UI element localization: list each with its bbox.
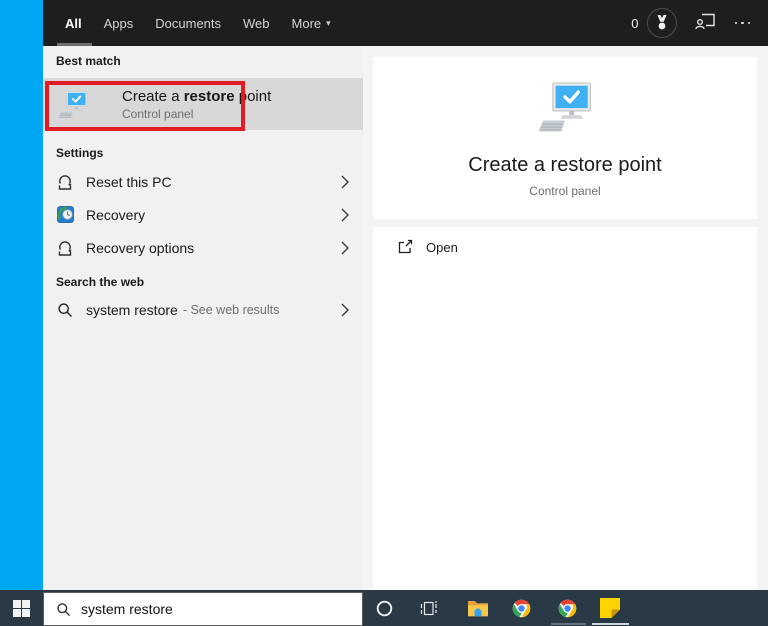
sticky-notes-running-indicator [592, 623, 629, 625]
search-icon [56, 301, 74, 319]
rewards-badge[interactable]: 0 [631, 8, 677, 38]
tab-more-label: More [291, 15, 322, 31]
user-account-icon[interactable] [694, 11, 716, 35]
best-match-subtitle: Control panel [122, 106, 194, 121]
recovery-icon [56, 206, 74, 224]
settings-section-header: Settings [56, 146, 104, 160]
result-label: Recovery options [86, 239, 195, 256]
actions-card: Open [373, 227, 757, 590]
chrome-button-running[interactable] [546, 590, 588, 626]
reset-icon [56, 173, 74, 191]
system-restore-icon [58, 91, 88, 118]
task-view-icon [420, 600, 437, 615]
chrome-running-indicator [551, 623, 586, 625]
result-label: Reset this PC [86, 173, 172, 190]
result-label: Recovery [86, 206, 146, 223]
search-icon [57, 602, 71, 616]
tab-apps[interactable]: Apps [104, 0, 134, 46]
reset-icon [56, 239, 74, 257]
tab-documents-label: Documents [155, 15, 222, 31]
preview-card: Create a restore point Control panel [373, 57, 757, 219]
open-action[interactable]: Open [373, 227, 757, 267]
preview-panel: Create a restore point Control panel Ope… [363, 46, 768, 590]
chevron-down-icon: ▾ [326, 17, 331, 28]
file-explorer-button[interactable] [457, 590, 499, 626]
chevron-right-icon [341, 208, 349, 221]
search-tabs: All Apps Documents Web More ▾ [57, 0, 353, 46]
sticky-notes-icon [600, 598, 620, 618]
start-button[interactable] [0, 590, 43, 626]
tab-apps-label: Apps [103, 15, 134, 31]
tab-documents[interactable]: Documents [155, 0, 221, 46]
result-web-search[interactable]: system restore - See web results [43, 293, 363, 327]
taskbar-search-box[interactable] [43, 592, 363, 626]
best-match-result[interactable]: Create a restore point Control panel [43, 78, 363, 130]
task-view-button[interactable] [407, 590, 449, 626]
cortana-button[interactable] [363, 590, 405, 626]
windows-logo-icon [13, 599, 30, 617]
system-restore-icon-large [538, 82, 591, 132]
tab-more[interactable]: More ▾ [292, 0, 331, 46]
web-suffix: - See web results [182, 303, 280, 317]
web-query: system restore [86, 302, 178, 318]
result-recovery-options[interactable]: Recovery options [43, 231, 363, 264]
search-flyout: All Apps Documents Web More ▾ 0 Best mat… [43, 0, 768, 590]
result-reset-this-pc[interactable]: Reset this PC [43, 165, 363, 198]
preview-subtitle: Control panel [529, 184, 601, 198]
file-explorer-icon [468, 601, 488, 617]
result-recovery[interactable]: Recovery [43, 198, 363, 231]
open-action-label: Open [426, 239, 458, 255]
best-match-section-header: Best match [56, 54, 121, 68]
results-panel: Best match Create a restore point Contro… [43, 46, 363, 590]
tab-all-label: All [65, 15, 82, 31]
tab-web[interactable]: Web [243, 0, 270, 46]
search-web-section-header: Search the web [56, 275, 145, 289]
cortana-icon [376, 600, 392, 616]
tab-web-label: Web [243, 15, 270, 31]
taskbar [0, 590, 768, 626]
taskbar-search-input[interactable] [81, 601, 311, 617]
chevron-right-icon [341, 175, 349, 188]
more-options-icon[interactable] [733, 18, 753, 29]
search-header: All Apps Documents Web More ▾ 0 [43, 0, 768, 46]
rewards-count: 0 [631, 15, 639, 31]
rewards-medal-icon [646, 8, 677, 38]
preview-title: Create a restore point [468, 154, 662, 176]
chrome-icon [512, 599, 530, 617]
chevron-right-icon [341, 241, 349, 254]
chrome-button[interactable] [500, 590, 542, 626]
tab-all[interactable]: All [57, 0, 92, 46]
best-match-title: Create a restore point [122, 87, 272, 105]
sticky-notes-button[interactable] [589, 590, 631, 626]
chevron-right-icon [341, 303, 349, 317]
open-external-icon [398, 239, 413, 254]
chrome-icon [558, 599, 576, 617]
header-actions: 0 [631, 8, 752, 38]
